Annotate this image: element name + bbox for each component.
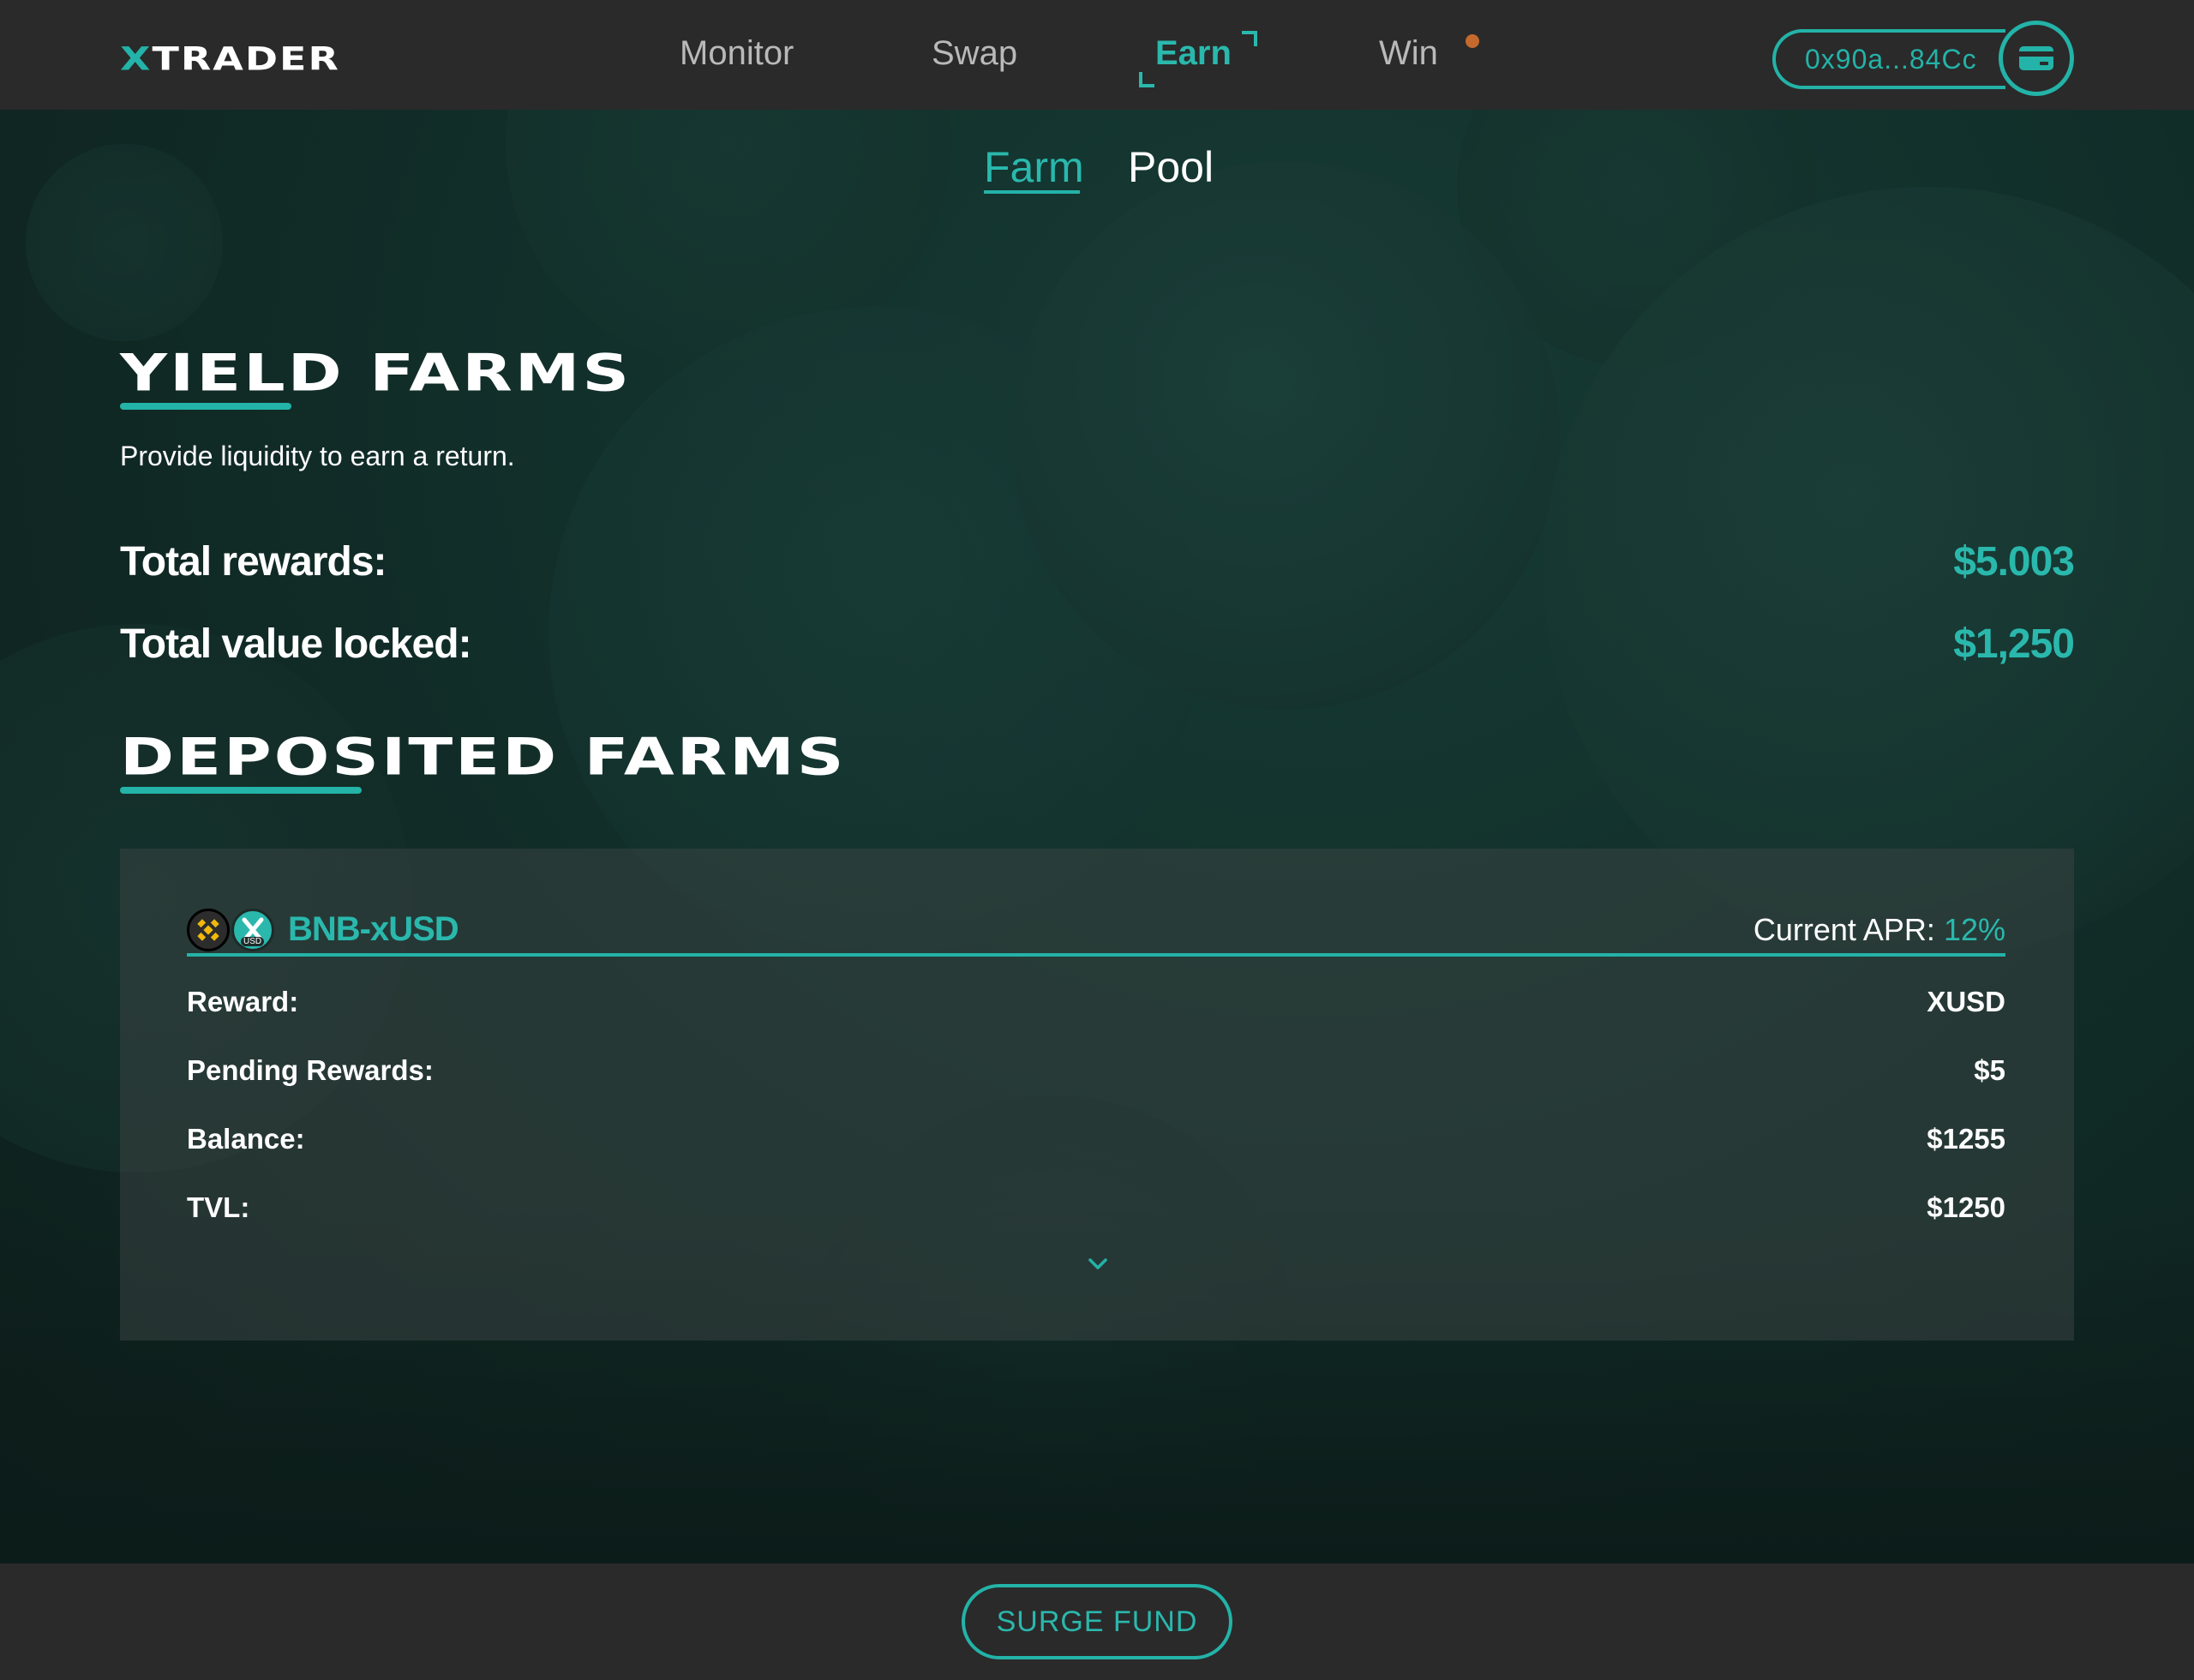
top-nav-bar: XTRADER Monitor Swap Earn Win 0x90a...84… — [0, 0, 2194, 110]
footer-bar: SURGE FUND — [0, 1563, 2194, 1680]
balance-value: $1255 — [1927, 1123, 2005, 1155]
wallet-address-pill[interactable]: 0x90a...84Cc — [1772, 29, 2005, 89]
yield-farms-title: YIELD FARMS — [120, 343, 632, 403]
reward-value: XUSD — [1927, 986, 2005, 1017]
title-underline — [120, 787, 362, 794]
bnb-coin-icon — [187, 909, 230, 951]
title-underline — [120, 403, 291, 410]
active-bracket-icon — [1139, 72, 1154, 87]
nav-win[interactable]: Win — [1379, 34, 1438, 73]
total-rewards-label: Total rewards: — [120, 539, 387, 585]
xusd-coin-icon: USD — [231, 909, 274, 951]
total-value-locked-value: $1,250 — [1953, 621, 2075, 667]
tab-pool[interactable]: Pool — [1128, 142, 1214, 192]
nav-monitor[interactable]: Monitor — [680, 34, 794, 73]
tab-farm[interactable]: Farm — [984, 142, 1084, 192]
balance-label: Balance: — [187, 1123, 305, 1155]
nav-earn[interactable]: Earn — [1155, 34, 1232, 73]
card-divider — [187, 953, 2005, 957]
reward-label: Reward: — [187, 986, 299, 1017]
apr-label: Current APR: — [1753, 912, 1935, 947]
wallet-button[interactable] — [1999, 21, 2074, 96]
chevron-down-icon[interactable] — [1085, 1251, 1111, 1277]
bg-bubble — [1011, 161, 1560, 710]
farm-card: USD BNB-xUSD Current APR: 12% Reward: XU… — [120, 849, 2074, 1341]
total-rewards-value: $5.003 — [1953, 539, 2075, 585]
background — [0, 110, 2194, 1563]
active-tab-underline — [984, 190, 1080, 194]
logo-text: TRADER — [152, 39, 340, 78]
pending-rewards-value: $5 — [1974, 1054, 2005, 1086]
deposited-farms-title: DEPOSITED FARMS — [120, 727, 847, 787]
xtrader-logo[interactable]: XTRADER — [120, 39, 340, 77]
notification-dot-icon — [1466, 34, 1479, 48]
wallet-address: 0x90a...84Cc — [1805, 43, 1977, 75]
tvl-label: TVL: — [187, 1191, 250, 1223]
logo-x: X — [120, 39, 153, 78]
farm-pair-name: BNB-xUSD — [288, 910, 459, 948]
yield-farms-subtitle: Provide liquidity to earn a return. — [120, 441, 515, 471]
surge-fund-button[interactable]: SURGE FUND — [962, 1584, 1232, 1659]
active-bracket-icon — [1242, 31, 1257, 46]
bg-bubble — [26, 144, 223, 341]
coin-badge: USD — [241, 937, 265, 946]
apr-value: 12% — [1943, 912, 2005, 947]
nav-swap[interactable]: Swap — [932, 34, 1017, 73]
app-root: XTRADER Monitor Swap Earn Win 0x90a...84… — [0, 0, 2194, 1680]
wallet-card-icon — [2019, 46, 2053, 70]
tvl-value: $1250 — [1927, 1191, 2005, 1223]
total-value-locked-label: Total value locked: — [120, 621, 472, 667]
pending-rewards-label: Pending Rewards: — [187, 1054, 434, 1086]
current-apr: Current APR: 12% — [1753, 912, 2005, 948]
